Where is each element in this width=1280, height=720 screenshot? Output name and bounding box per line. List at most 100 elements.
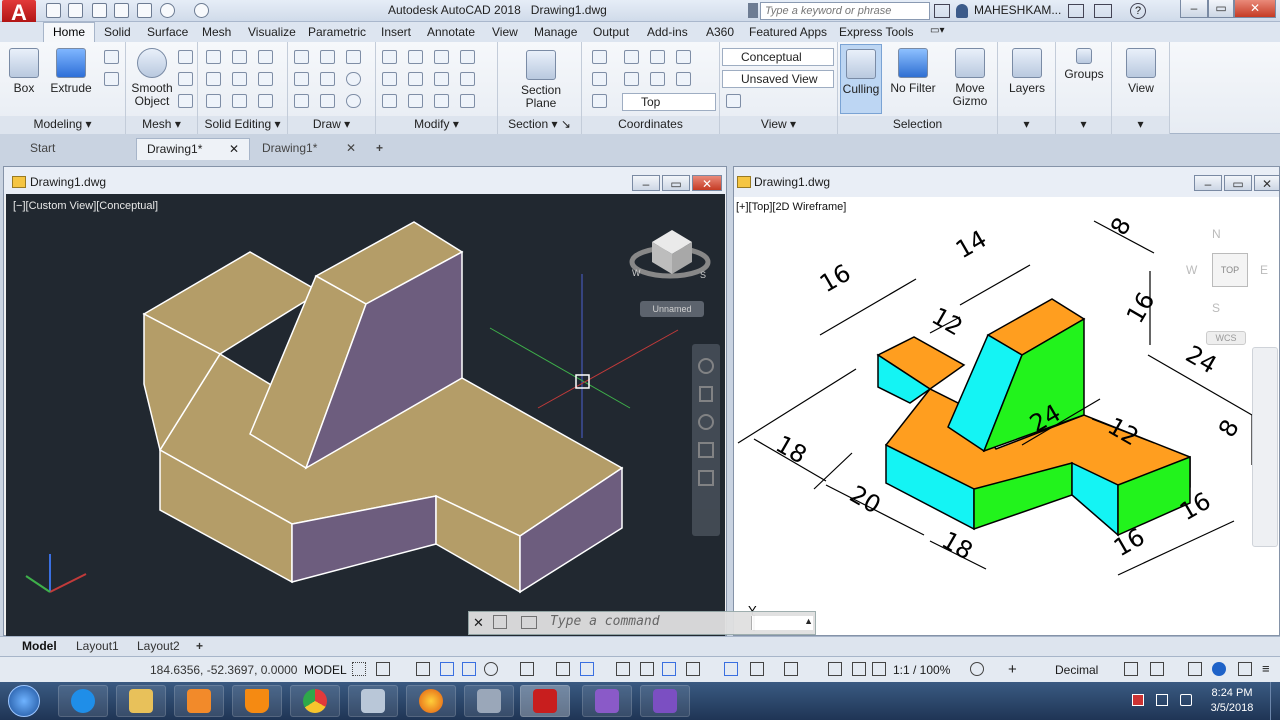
minimize-button[interactable]: –: [1180, 0, 1208, 18]
array-icon[interactable]: [434, 50, 449, 64]
smooth-object-button[interactable]: Smooth Object: [130, 48, 174, 108]
close-tab-icon[interactable]: ✕: [346, 138, 356, 158]
selection-cycling-icon[interactable]: [662, 662, 676, 676]
culling-button[interactable]: Culling: [840, 44, 882, 114]
refine-mesh-icon[interactable]: [178, 94, 193, 108]
tab-manage[interactable]: Manage: [534, 25, 577, 39]
workspace-gear-icon[interactable]: [970, 662, 984, 676]
taskbar-explorer[interactable]: [116, 685, 166, 717]
customization-icon[interactable]: ≡: [1262, 661, 1270, 676]
panel-label-mesh[interactable]: Mesh ▾: [126, 116, 197, 134]
navigation-bar[interactable]: [692, 344, 720, 536]
panel-label-solid-editing[interactable]: Solid Editing ▾: [198, 116, 287, 134]
annotation-scale-dropdown[interactable]: 1:1 / 100%: [893, 663, 950, 677]
tab-a360[interactable]: A360: [706, 25, 734, 39]
tab-layout1[interactable]: Layout1: [76, 639, 119, 653]
presspull-icon[interactable]: [104, 72, 119, 86]
clean-screen-icon[interactable]: [1238, 662, 1252, 676]
search-input[interactable]: Type a keyword or phrase: [760, 2, 930, 20]
start-button[interactable]: [8, 685, 40, 717]
move-gizmo-button[interactable]: Move Gizmo: [946, 48, 994, 108]
model-space-canvas[interactable]: W S [−][Custom View][Conceptual] Unnamed: [6, 194, 725, 636]
object-snap-icon[interactable]: [580, 662, 594, 676]
solid-edit-icon[interactable]: [258, 50, 273, 64]
pan-icon[interactable]: [699, 386, 713, 402]
tab-layout2[interactable]: Layout2: [137, 639, 180, 653]
visual-style-dropdown[interactable]: Conceptual: [722, 48, 834, 66]
box-button[interactable]: Box: [6, 48, 42, 95]
wcs-menu[interactable]: WCS: [1206, 331, 1246, 345]
smooth-less-icon[interactable]: [178, 72, 193, 86]
object-snap-tracking-icon[interactable]: [556, 662, 570, 676]
ellipse-icon[interactable]: [346, 94, 361, 108]
slice-icon[interactable]: [232, 50, 247, 64]
cart-icon[interactable]: [1068, 4, 1084, 18]
3d-object-snap-icon[interactable]: [686, 662, 700, 676]
panel-label-draw[interactable]: Draw ▾: [288, 116, 375, 134]
annotation-scale-icon[interactable]: [872, 662, 886, 676]
right-viewport-minimize-button[interactable]: –: [1194, 175, 1222, 191]
save-as-icon[interactable]: [114, 3, 129, 18]
zoom-icon[interactable]: [698, 414, 714, 430]
auto-scale-icon[interactable]: [852, 662, 866, 676]
right-viewport-restore-button[interactable]: ▭: [1224, 175, 1252, 191]
tab-visualize[interactable]: Visualize: [248, 25, 296, 39]
smooth-more-icon[interactable]: [178, 50, 193, 64]
annotation-visibility-icon[interactable]: [828, 662, 842, 676]
undo-icon[interactable]: [160, 3, 175, 18]
system-clock[interactable]: 8:24 PM 3/5/2018: [1200, 686, 1264, 716]
panel-label-section[interactable]: Section ▾ ↘: [498, 116, 581, 134]
volume-icon[interactable]: [1180, 694, 1192, 706]
move-icon[interactable]: [382, 50, 397, 64]
plot-icon[interactable]: [137, 3, 152, 18]
tab-model[interactable]: Model: [22, 639, 57, 653]
save-icon[interactable]: [92, 3, 107, 18]
tab-addins[interactable]: Add-ins: [647, 25, 688, 39]
taskbar-editor[interactable]: [640, 685, 690, 717]
groups-expand-icon[interactable]: ▾: [1056, 116, 1111, 134]
steering-wheel-icon[interactable]: [698, 358, 714, 374]
tab-drawing1-second[interactable]: Drawing1* ✕: [252, 138, 366, 160]
isolate-objects-icon[interactable]: [1188, 662, 1202, 676]
ucs-view-icon[interactable]: [650, 72, 665, 86]
taskbar-chrome[interactable]: [290, 685, 340, 717]
panel-label-view[interactable]: View ▾: [720, 116, 837, 134]
layers-expand-icon[interactable]: ▾: [998, 116, 1055, 134]
left-viewport-controls[interactable]: [−][Custom View][Conceptual]: [13, 200, 158, 212]
fillet-icon[interactable]: [460, 72, 475, 86]
command-history-dropdown[interactable]: ▲: [751, 616, 813, 630]
tab-drawing1-active[interactable]: Drawing1* ✕: [136, 138, 250, 160]
tab-home[interactable]: Home: [43, 22, 95, 43]
copy-icon[interactable]: [382, 72, 397, 86]
erase-icon[interactable]: [460, 94, 475, 108]
no-filter-button[interactable]: No Filter: [888, 48, 938, 95]
customize-icon[interactable]: [493, 615, 507, 629]
right-viewport-controls[interactable]: [+][Top][2D Wireframe]: [736, 201, 846, 213]
tab-start[interactable]: Start: [20, 138, 136, 160]
user-name[interactable]: MAHESHKAM...: [974, 3, 1061, 17]
units-dropdown[interactable]: Decimal: [1055, 663, 1098, 677]
polar-tracking-icon[interactable]: [484, 662, 498, 676]
offset-icon[interactable]: [434, 72, 449, 86]
action-center-flag-icon[interactable]: [1132, 694, 1144, 706]
network-icon[interactable]: [1156, 694, 1168, 706]
subtract-icon[interactable]: [206, 72, 221, 86]
maximize-button[interactable]: ▭: [1208, 0, 1234, 18]
interfere-icon[interactable]: [232, 72, 247, 86]
viewcube-top-face-2d[interactable]: TOP: [1212, 253, 1248, 287]
extract-edges-icon[interactable]: [258, 72, 273, 86]
snap-icon[interactable]: [376, 662, 390, 676]
tab-featured-apps[interactable]: Featured Apps: [749, 25, 827, 39]
lineweight-icon[interactable]: [616, 662, 630, 676]
autodesk-app-icon[interactable]: [1094, 4, 1112, 18]
close-command-line-icon[interactable]: ✕: [473, 615, 484, 631]
lock-ui-icon[interactable]: [1150, 662, 1164, 676]
tab-express-tools[interactable]: Express Tools: [839, 25, 913, 39]
taskbar-media[interactable]: [174, 685, 224, 717]
scale-icon[interactable]: [408, 94, 423, 108]
show-desktop-button[interactable]: [1270, 682, 1280, 720]
model-space-toggle[interactable]: MODEL: [304, 663, 347, 677]
navigation-bar-right[interactable]: [1252, 347, 1278, 547]
right-viewport-close-button[interactable]: ✕: [1254, 175, 1280, 191]
close-button[interactable]: ✕: [1234, 0, 1276, 18]
